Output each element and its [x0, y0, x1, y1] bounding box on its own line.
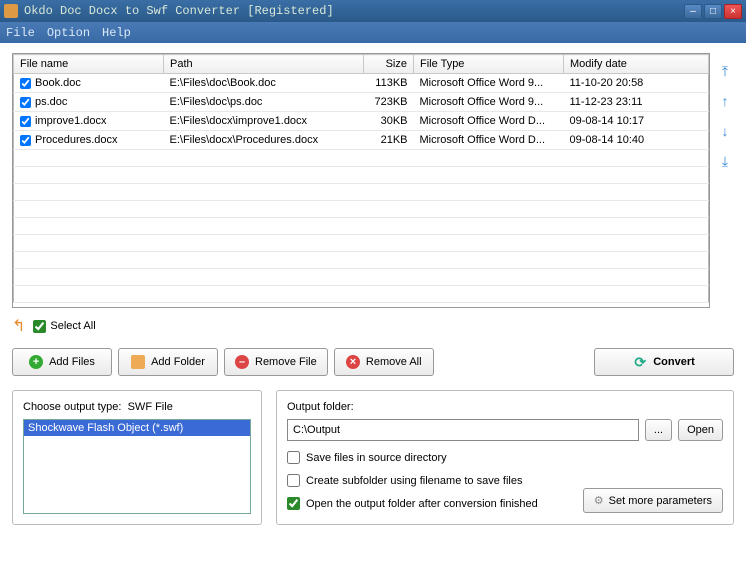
app-icon	[4, 4, 18, 18]
up-folder-icon[interactable]: ↰	[12, 316, 25, 336]
close-button[interactable]: ×	[724, 4, 742, 19]
table-row[interactable]: Book.docE:\Files\doc\Book.doc113KBMicros…	[14, 74, 709, 93]
remove-file-button[interactable]: –Remove File	[224, 348, 328, 376]
open-folder-button[interactable]: Open	[678, 419, 723, 441]
menubar: File Option Help	[0, 22, 746, 43]
move-bottom-icon[interactable]: ⤓	[716, 153, 734, 169]
menu-help[interactable]: Help	[102, 26, 131, 40]
menu-option[interactable]: Option	[47, 26, 90, 40]
table-row	[14, 167, 709, 184]
save-source-label: Save files in source directory	[306, 452, 447, 464]
file-list[interactable]: File name Path Size File Type Modify dat…	[12, 53, 710, 308]
titlebar: Okdo Doc Docx to Swf Converter [Register…	[0, 0, 746, 22]
table-row	[14, 235, 709, 252]
table-row	[14, 150, 709, 167]
minimize-button[interactable]: –	[684, 4, 702, 19]
gear-icon: ⚙	[594, 494, 604, 507]
save-source-checkbox[interactable]	[287, 451, 300, 464]
col-path[interactable]: Path	[164, 55, 364, 74]
select-all-checkbox[interactable]: Select All	[33, 320, 95, 333]
open-after-label: Open the output folder after conversion …	[306, 498, 538, 510]
col-modifydate[interactable]: Modify date	[564, 55, 709, 74]
row-checkbox[interactable]	[20, 135, 31, 146]
table-row	[14, 269, 709, 286]
create-subfolder-label: Create subfolder using filename to save …	[306, 475, 522, 487]
add-folder-button[interactable]: Add Folder	[118, 348, 218, 376]
window-title: Okdo Doc Docx to Swf Converter [Register…	[24, 4, 684, 18]
table-row[interactable]: Procedures.docxE:\Files\docx\Procedures.…	[14, 131, 709, 150]
output-type-value: SWF File	[128, 401, 173, 413]
plus-icon: +	[29, 355, 43, 369]
x-icon: ×	[346, 355, 360, 369]
output-type-option[interactable]: Shockwave Flash Object (*.swf)	[24, 420, 250, 436]
output-folder-label: Output folder:	[287, 401, 723, 413]
select-all-label: Select All	[50, 320, 95, 332]
output-type-list[interactable]: Shockwave Flash Object (*.swf)	[23, 419, 251, 514]
maximize-button[interactable]: □	[704, 4, 722, 19]
output-folder-input[interactable]	[287, 419, 639, 441]
move-top-icon[interactable]: ⤒	[716, 63, 734, 79]
output-folder-group: Output folder: ... Open Save files in so…	[276, 390, 734, 525]
move-down-icon[interactable]: ↓	[716, 123, 734, 139]
output-type-group: Choose output type: SWF File Shockwave F…	[12, 390, 262, 525]
open-after-checkbox[interactable]	[287, 497, 300, 510]
row-checkbox[interactable]	[20, 78, 31, 89]
table-row	[14, 286, 709, 303]
row-checkbox[interactable]	[20, 97, 31, 108]
col-filename[interactable]: File name	[14, 55, 164, 74]
remove-all-button[interactable]: ×Remove All	[334, 348, 434, 376]
add-files-button[interactable]: +Add Files	[12, 348, 112, 376]
create-subfolder-checkbox[interactable]	[287, 474, 300, 487]
row-checkbox[interactable]	[20, 116, 31, 127]
table-row	[14, 201, 709, 218]
folder-icon	[131, 355, 145, 369]
convert-icon: ⟳	[633, 355, 647, 369]
table-row	[14, 252, 709, 269]
choose-output-type-label: Choose output type:	[23, 401, 121, 413]
col-size[interactable]: Size	[364, 55, 414, 74]
set-more-parameters-button[interactable]: ⚙Set more parameters	[583, 488, 723, 513]
minus-icon: –	[235, 355, 249, 369]
table-row	[14, 184, 709, 201]
menu-file[interactable]: File	[6, 26, 35, 40]
col-filetype[interactable]: File Type	[414, 55, 564, 74]
convert-button[interactable]: ⟳Convert	[594, 348, 734, 376]
table-row[interactable]: ps.docE:\Files\doc\ps.doc723KBMicrosoft …	[14, 93, 709, 112]
table-row[interactable]: improve1.docxE:\Files\docx\improve1.docx…	[14, 112, 709, 131]
browse-button[interactable]: ...	[645, 419, 672, 441]
table-row	[14, 218, 709, 235]
move-up-icon[interactable]: ↑	[716, 93, 734, 109]
